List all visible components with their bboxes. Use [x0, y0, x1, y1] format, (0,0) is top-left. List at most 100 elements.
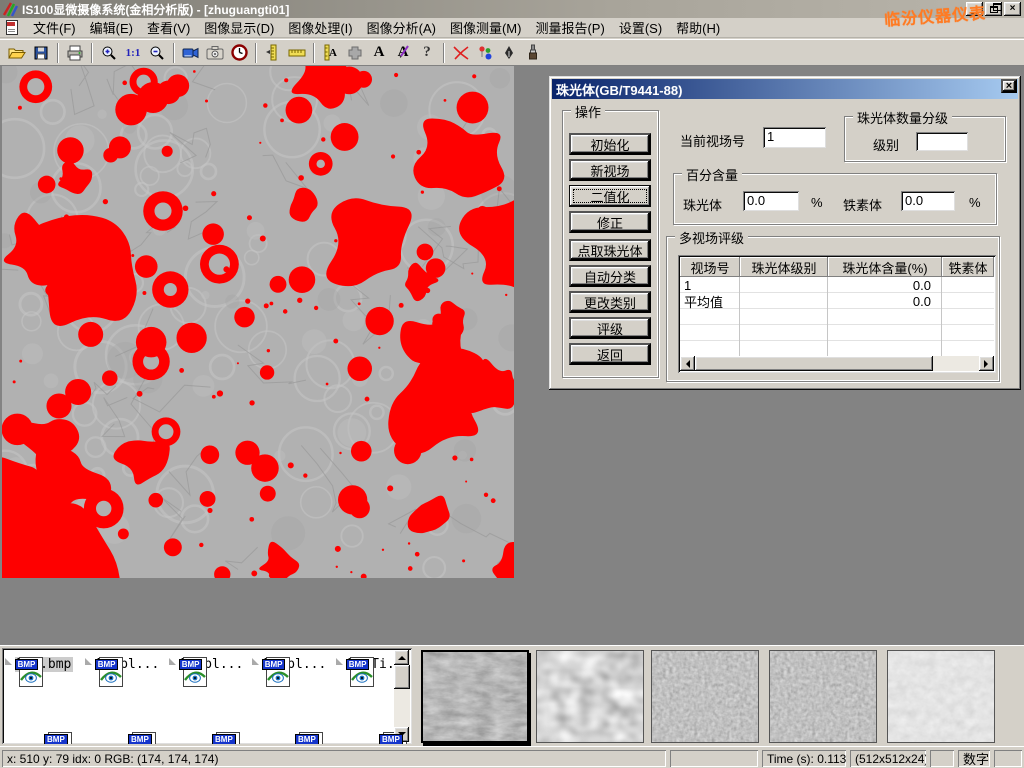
init-button[interactable]: 初始化 — [569, 133, 651, 155]
caliper-icon — [265, 44, 281, 61]
file-item[interactable]: BMP Doubl... — [90, 654, 166, 672]
pen-tool-button[interactable] — [497, 41, 521, 65]
table-row-empty — [680, 325, 994, 341]
pen-nib-icon — [503, 45, 515, 61]
change-class-button[interactable]: 更改类别 — [569, 291, 651, 313]
cell-field-no: 1 — [680, 277, 740, 293]
metallograph-image[interactable] — [2, 66, 514, 578]
video-camera-button[interactable] — [179, 41, 203, 65]
cell-ferrite — [942, 293, 994, 309]
toolbar-separator — [173, 43, 175, 63]
ruler-button[interactable] — [285, 41, 309, 65]
one-to-one-icon: 1:1 — [126, 47, 141, 59]
file-list-scrollbar[interactable] — [394, 650, 410, 742]
zoom-out-button[interactable] — [145, 41, 169, 65]
file-item[interactable]: BMP Doubl... — [174, 654, 250, 672]
open-button[interactable] — [5, 41, 29, 65]
restore-icon — [990, 6, 998, 13]
print-button[interactable] — [63, 41, 87, 65]
thumbnail-4[interactable] — [769, 650, 877, 743]
thumbnail-5[interactable] — [887, 650, 995, 743]
mark-points-button[interactable] — [473, 41, 497, 65]
pearlite-percent-input[interactable]: 0.0 — [743, 191, 799, 211]
bottom-panel: BMP DKF.bmp BMP Doubl... BMP Doubl... BM… — [0, 645, 1024, 746]
merge-button[interactable] — [343, 41, 367, 65]
menu-file[interactable]: 文件(F) — [26, 16, 83, 39]
binarize-button[interactable]: 二值化 — [569, 185, 651, 207]
return-button[interactable]: 返回 — [569, 343, 651, 365]
restore-button[interactable] — [985, 2, 1002, 16]
scroll-up-button[interactable] — [394, 650, 409, 665]
edit-annotation-button[interactable]: A — [391, 41, 415, 65]
cell-grade — [740, 277, 828, 293]
menu-help[interactable]: 帮助(H) — [669, 16, 727, 39]
print-icon — [66, 45, 84, 61]
table-row-empty — [680, 341, 994, 357]
measure-text-button[interactable]: A — [319, 41, 343, 65]
table-horizontal-scrollbar[interactable] — [680, 356, 994, 371]
toolbar-separator — [443, 43, 445, 63]
thumbnail-3[interactable] — [651, 650, 759, 743]
table-row[interactable]: 平均值 0.0 — [680, 293, 994, 309]
file-item[interactable]: BMP Doubl... — [257, 654, 333, 672]
menu-settings[interactable]: 设置(S) — [612, 16, 669, 39]
close-button[interactable]: × — [1004, 2, 1021, 16]
rate-button[interactable]: 评级 — [569, 317, 651, 339]
caliper-button[interactable] — [261, 41, 285, 65]
pencil-icon — [395, 43, 411, 59]
file-item[interactable]: BMP DKF.bmp — [6, 654, 82, 672]
timer-button[interactable] — [227, 41, 251, 65]
col-ferrite: 铁素体 — [942, 257, 994, 277]
cell-pct: 0.0 — [828, 293, 942, 309]
cell-pct: 0.0 — [828, 277, 942, 293]
auto-classify-button[interactable]: 自动分类 — [569, 265, 651, 287]
ferrite-percent-input[interactable]: 0.0 — [901, 191, 955, 211]
menu-edit[interactable]: 编辑(E) — [83, 16, 140, 39]
scroll-left-button[interactable] — [680, 356, 695, 371]
toolbar-separator — [91, 43, 93, 63]
current-field-input[interactable]: 1 — [763, 127, 826, 148]
scroll-right-button[interactable] — [979, 356, 994, 371]
thumbnail-1[interactable] — [421, 650, 529, 743]
grade-input[interactable] — [916, 132, 968, 151]
col-field-no: 视场号 — [680, 257, 740, 277]
operation-group-label: 操作 — [571, 102, 605, 121]
status-panel-empty — [670, 750, 758, 767]
bmp-badge: BMP — [262, 659, 286, 670]
menu-report[interactable]: 测量报告(P) — [528, 16, 611, 39]
curve-tool-button[interactable] — [449, 41, 473, 65]
actual-size-button[interactable]: 1:1 — [121, 41, 145, 65]
menu-image-process[interactable]: 图像处理(I) — [281, 16, 359, 39]
file-browser: BMP DKF.bmp BMP Doubl... BMP Doubl... BM… — [2, 648, 412, 744]
percent-group-label: 百分含量 — [682, 165, 742, 184]
scrollbar-thumb[interactable] — [394, 665, 410, 689]
clock-icon — [231, 44, 248, 61]
menu-image-analysis[interactable]: 图像分析(A) — [360, 16, 443, 39]
thumbnail-2[interactable] — [536, 650, 644, 743]
help-button[interactable]: ? — [415, 41, 439, 65]
menu-view[interactable]: 查看(V) — [140, 16, 197, 39]
scrollbar-thumb[interactable] — [695, 356, 933, 371]
capture-button[interactable] — [203, 41, 227, 65]
new-field-button[interactable]: 新视场 — [569, 159, 651, 181]
save-button[interactable] — [29, 41, 53, 65]
text-button[interactable]: A — [367, 41, 391, 65]
correct-button[interactable]: 修正 — [569, 211, 651, 233]
pearlite-dialog: 珠光体(GB/T9441-88) × 操作 初始化 新视场 二值化 修正 点取珠… — [549, 76, 1021, 390]
menu-image-display[interactable]: 图像显示(D) — [197, 16, 281, 39]
dialog-title: 珠光体(GB/T9441-88) — [556, 80, 682, 99]
help-icon: ? — [423, 44, 431, 61]
table-row[interactable]: 1 0.0 — [680, 277, 994, 293]
bmp-badge: BMP — [15, 659, 39, 670]
status-panel-empty — [930, 750, 954, 767]
zoom-in-button[interactable] — [97, 41, 121, 65]
cursor-position-panel: x: 510 y: 79 idx: 0 RGB: (174, 174, 174) — [2, 750, 666, 767]
pick-pearlite-button[interactable]: 点取珠光体 — [569, 239, 651, 261]
dialog-close-button[interactable]: × — [1001, 79, 1017, 93]
image-size-panel: (512x512x24) — [850, 750, 926, 767]
bmp-badge: BMP — [346, 659, 370, 670]
document-system-icon[interactable] — [4, 20, 20, 36]
menu-image-measure[interactable]: 图像测量(M) — [443, 16, 529, 39]
dialog-title-bar[interactable]: 珠光体(GB/T9441-88) — [552, 79, 1018, 99]
brush-tool-button[interactable] — [521, 41, 545, 65]
